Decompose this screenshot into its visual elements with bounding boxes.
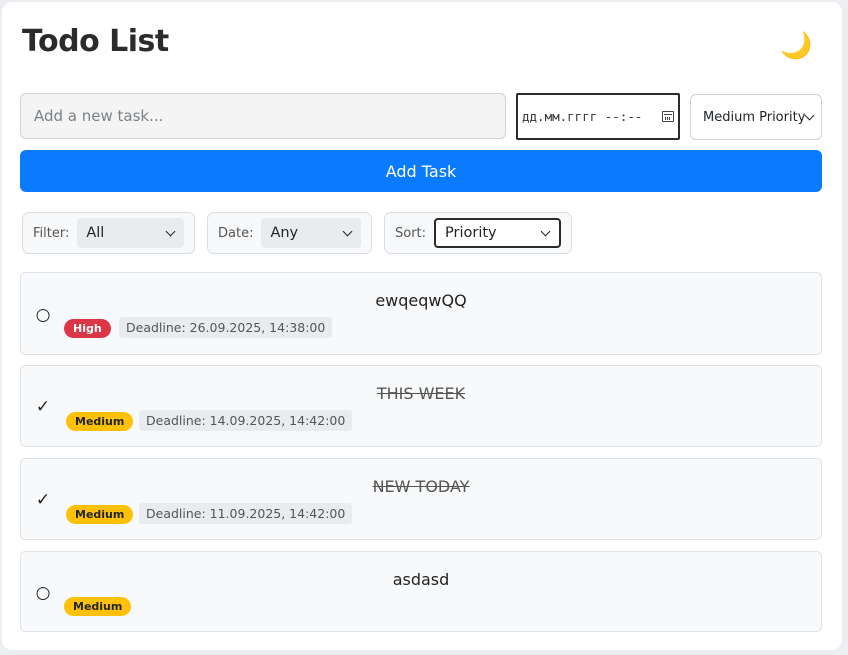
new-task-input[interactable] <box>20 93 506 139</box>
task-name: ewqeqwQQ <box>375 291 467 310</box>
add-task-button[interactable]: Add Task <box>20 150 822 192</box>
deadline-badge: Deadline: 11.09.2025, 14:42:00 <box>139 503 353 524</box>
date-filter-label: Date: <box>218 225 254 241</box>
deadline-input-value: дд.мм.гггг --:-- <box>522 109 643 124</box>
chevron-down-icon <box>804 110 815 120</box>
date-filter-group: Date: Any <box>207 212 372 254</box>
filter-select-value: All <box>86 225 105 241</box>
priority-select-value: Medium Priority <box>703 109 806 125</box>
filter-label: Filter: <box>33 225 70 241</box>
deadline-badge: Deadline: 14.09.2025, 14:42:00 <box>139 410 353 431</box>
sort-label: Sort: <box>395 225 427 241</box>
priority-badge: Medium <box>66 505 134 524</box>
task-item[interactable]: ○ asdasd Medium <box>20 551 822 632</box>
sort-group: Sort: Priority <box>384 212 572 254</box>
deadline-input[interactable]: дд.мм.гггг --:-- <box>516 93 680 140</box>
task-item[interactable]: ○ ewqeqwQQ High Deadline: 26.09.2025, 14… <box>20 272 822 355</box>
date-filter-select-value: Any <box>270 225 299 241</box>
chevron-down-icon <box>342 226 353 236</box>
filter-select[interactable]: All <box>77 218 184 248</box>
task-item[interactable]: ✓ NEW TODAY Medium Deadline: 11.09.2025,… <box>20 458 822 540</box>
task-name: THIS WEEK <box>376 384 466 403</box>
priority-badge: Medium <box>66 412 134 431</box>
priority-select[interactable]: Medium Priority <box>690 94 822 140</box>
priority-badge: High <box>64 319 111 338</box>
date-filter-select[interactable]: Any <box>261 218 361 248</box>
task-name: NEW TODAY <box>372 477 470 496</box>
sort-select[interactable]: Priority <box>434 218 561 248</box>
deadline-badge: Deadline: 26.09.2025, 14:38:00 <box>119 317 333 338</box>
page-title: Todo List <box>22 24 169 59</box>
task-name: asdasd <box>392 570 450 589</box>
chevron-down-icon <box>165 226 176 236</box>
moon-icon[interactable]: 🌙 <box>780 30 812 62</box>
calendar-icon[interactable] <box>662 111 674 122</box>
task-item[interactable]: ✓ THIS WEEK Medium Deadline: 14.09.2025,… <box>20 365 822 447</box>
priority-badge: Medium <box>64 597 132 616</box>
filter-group: Filter: All <box>22 212 195 254</box>
chevron-down-icon <box>540 226 551 236</box>
sort-select-value: Priority <box>445 225 497 241</box>
